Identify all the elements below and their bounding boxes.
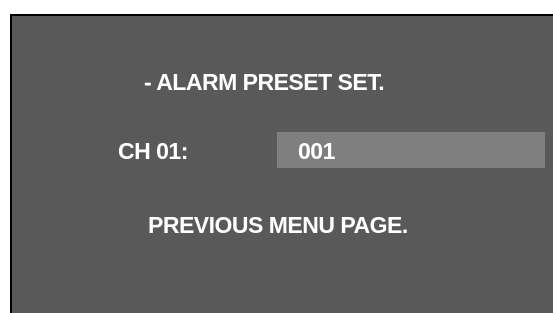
menu-title: - ALARM PRESET SET. [144,69,385,95]
channel-preset-field[interactable]: 001 [277,132,545,168]
osd-menu-screen: - ALARM PRESET SET. CH 01: 001 PREVIOUS … [10,14,553,313]
previous-menu-page-item[interactable]: PREVIOUS MENU PAGE. [148,211,408,239]
channel-preset-value: 001 [298,138,335,164]
channel-label: CH 01: [118,138,188,164]
